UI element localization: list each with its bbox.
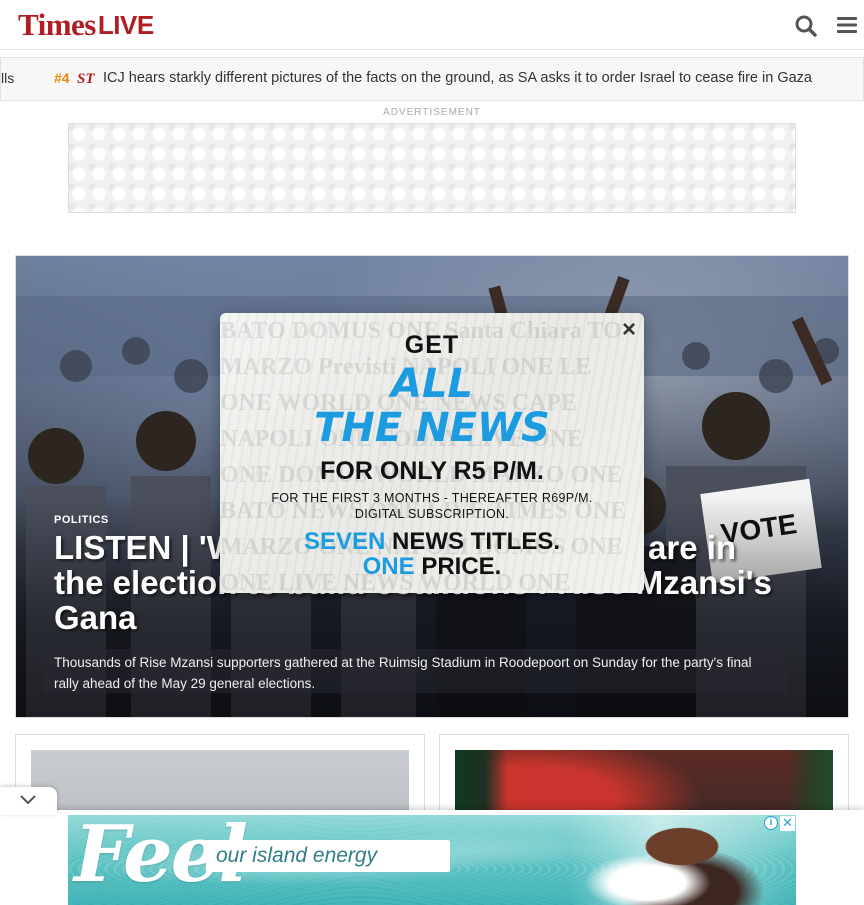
top-banner-ad[interactable] bbox=[68, 123, 796, 213]
popup-price-text: FOR ONLY R5 P/M. bbox=[320, 457, 544, 485]
chevron-down-icon bbox=[20, 795, 36, 805]
subscription-popup[interactable]: BATO DOMUS ONE Santa Chiara TO MARZO Pre… bbox=[220, 313, 644, 593]
search-icon[interactable] bbox=[794, 14, 818, 38]
ad-tagline: our island energy bbox=[206, 840, 450, 872]
popup-one-word: ONE bbox=[362, 553, 415, 580]
popup-news-titles-word: NEWS TITLES. bbox=[392, 528, 561, 555]
popup-fine-print: FOR THE FIRST 3 MONTHS - THEREAFTER R69P… bbox=[220, 490, 644, 522]
site-header: Times LIVE bbox=[0, 0, 864, 50]
popup-seven-titles: SEVEN NEWS TITLES. bbox=[220, 530, 644, 554]
ad-info-icon[interactable]: i bbox=[764, 816, 778, 830]
ticker-rank: #4 bbox=[54, 70, 70, 86]
hero-category-label[interactable]: POLITICS bbox=[54, 514, 109, 526]
popup-fine-line-1: FOR THE FIRST 3 MONTHS - THEREAFTER R69P… bbox=[271, 491, 593, 505]
logo-live-text: LIVE bbox=[97, 9, 154, 40]
logo-times-text: Times bbox=[18, 7, 96, 42]
popup-the-news-text: THE NEWS bbox=[314, 405, 550, 451]
popup-price-word: PRICE. bbox=[421, 553, 502, 580]
ad-person-image bbox=[568, 815, 796, 905]
ad-close-icon[interactable]: ✕ bbox=[780, 816, 795, 831]
popup-get-text: GET bbox=[404, 331, 460, 359]
sunday-times-badge-icon: ST bbox=[77, 71, 95, 87]
popup-seven-word: SEVEN bbox=[303, 528, 386, 555]
bottom-banner-ad[interactable]: Feel our island energy bbox=[68, 815, 796, 905]
hero-description: Thousands of Rise Mzansi supporters gath… bbox=[43, 649, 787, 693]
advertisement-label: ADVERTISEMENT bbox=[383, 107, 481, 118]
ticker-headline-link[interactable]: ICJ hears starkly different pictures of … bbox=[103, 70, 812, 86]
popup-one-price: ONE PRICE. bbox=[220, 555, 644, 579]
timeslive-logo[interactable]: Times LIVE bbox=[18, 7, 154, 42]
ad-collapse-toggle[interactable] bbox=[0, 787, 57, 815]
popup-fine-line-2: DIGITAL SUBSCRIPTION. bbox=[354, 507, 510, 521]
hamburger-menu-icon[interactable] bbox=[836, 15, 858, 35]
popup-all-text: ALL bbox=[391, 361, 473, 407]
trending-ticker: lls #4 ST ICJ hears starkly different pi… bbox=[0, 57, 864, 101]
ticker-previous-fragment[interactable]: lls bbox=[1, 70, 14, 86]
